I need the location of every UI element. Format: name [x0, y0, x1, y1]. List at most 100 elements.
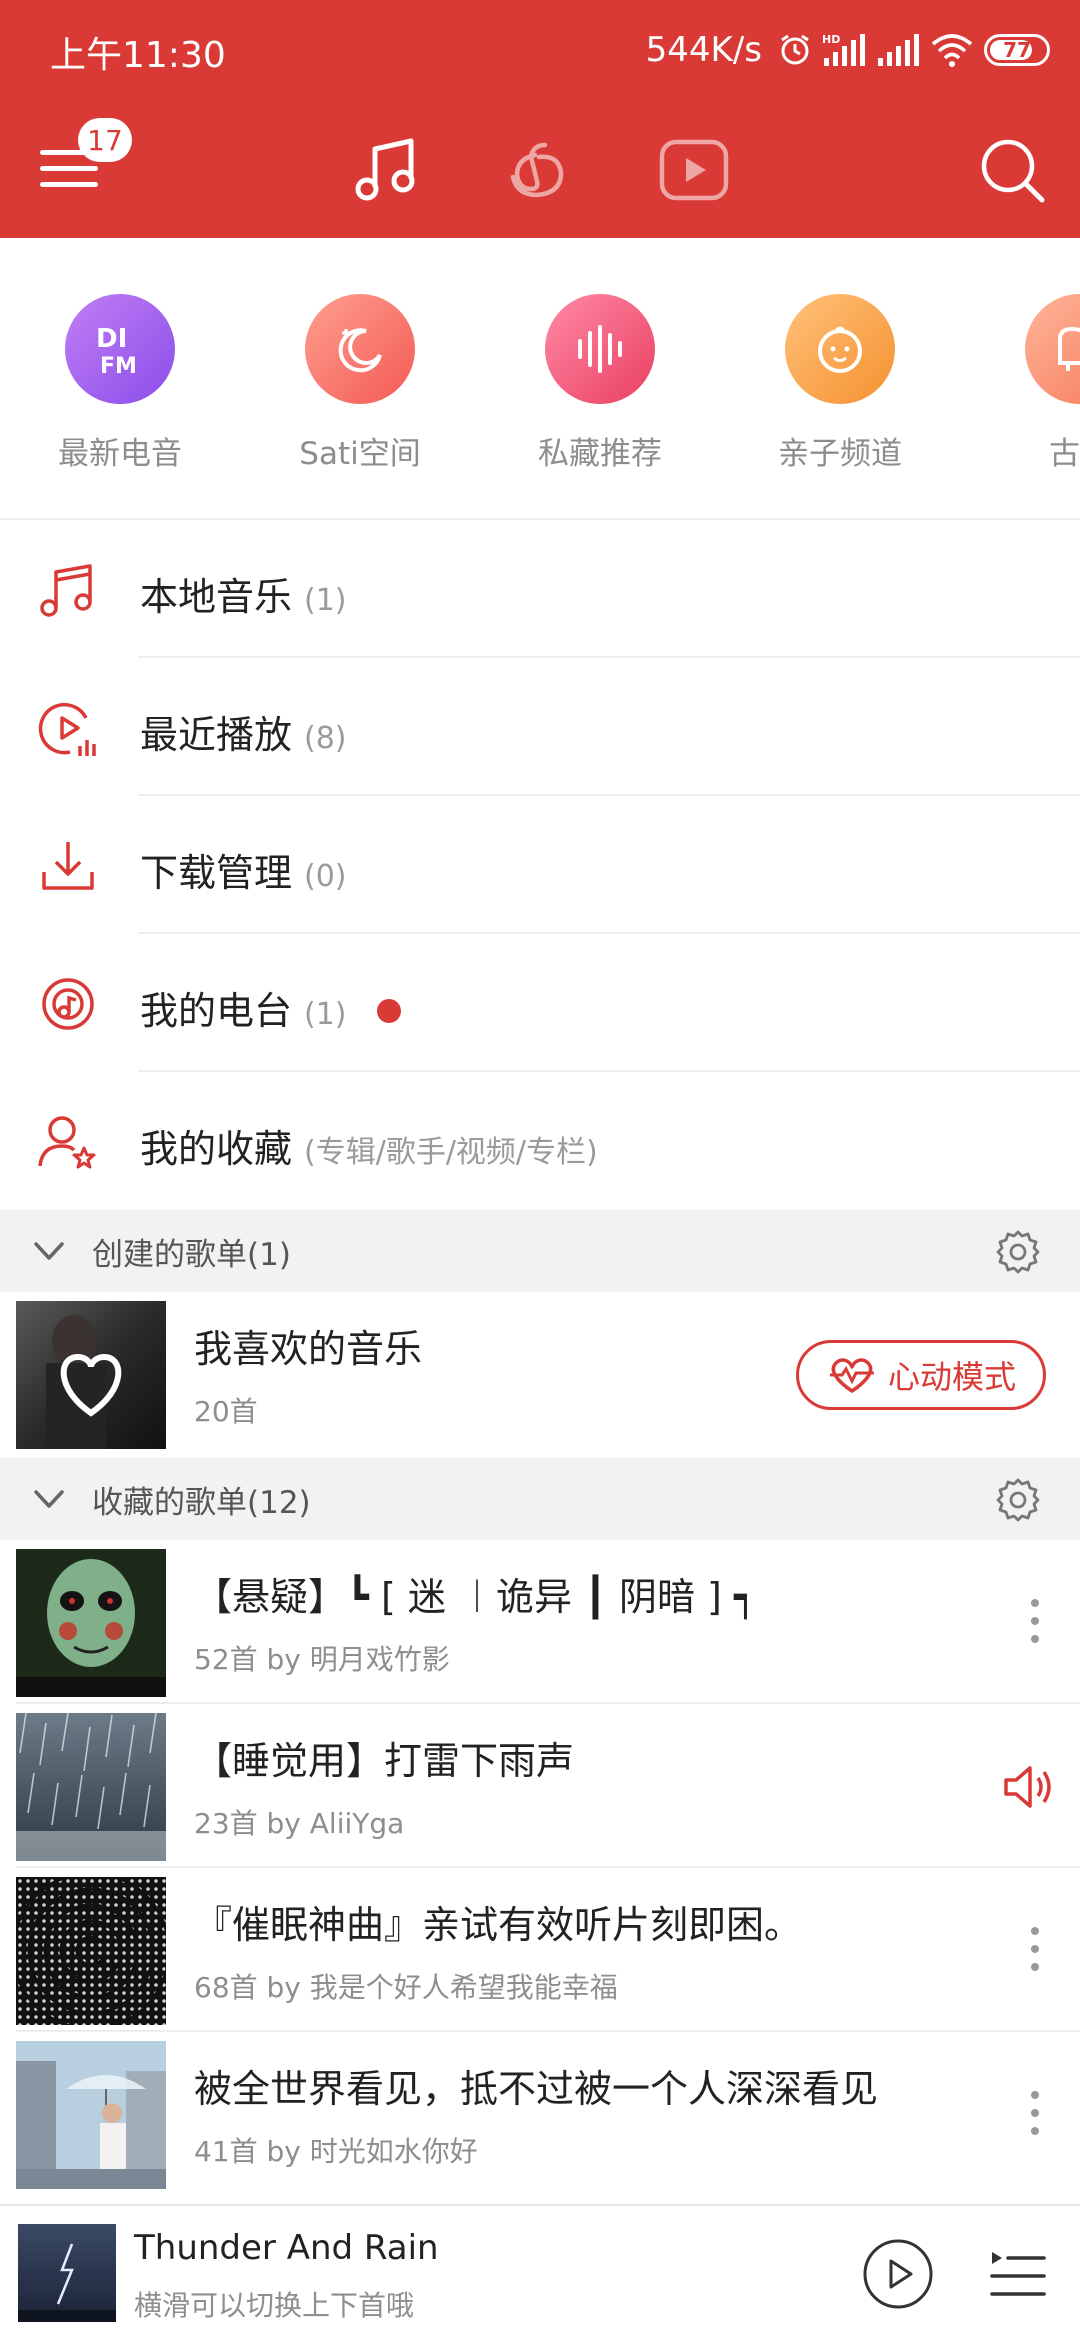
now-playing-title: Thunder And Rain	[134, 2228, 439, 2268]
chevron-down-icon	[34, 1242, 64, 1260]
playlist-cover	[16, 1549, 166, 1697]
piano-icon	[1025, 294, 1080, 404]
sound-wave-icon	[545, 294, 655, 404]
signal-icon	[878, 34, 919, 66]
menu-badge: 17	[78, 118, 132, 162]
playlist-meta: 20首	[194, 1395, 258, 1428]
playlist-meta: 23首 by AliiYga	[194, 1807, 405, 1840]
my-favorites-item[interactable]: 我的收藏 (专辑/歌手/视频/专栏)	[0, 1072, 1080, 1210]
hd-signal-icon: HD	[822, 33, 865, 66]
my-music-list: 本地音乐 (1) 最近播放 (8) 下载管理 (0) 我的电台 (1) 我的收藏…	[0, 520, 1080, 1210]
channel-classical[interactable]: 古典	[980, 294, 1080, 473]
playlist-liked-music[interactable]: 我喜欢的音乐 20首 心动模式	[0, 1292, 1080, 1456]
item-count: (1)	[304, 583, 347, 618]
channel-sati[interactable]: Sati空间	[260, 294, 460, 473]
svg-text:DI: DI	[96, 324, 127, 354]
battery-level: 77	[1003, 38, 1031, 62]
item-label: 下载管理	[140, 851, 293, 895]
playlist-name: 我喜欢的音乐	[194, 1327, 423, 1371]
di-fm-icon: DI FM	[65, 294, 175, 404]
video-play-icon	[659, 139, 729, 201]
created-playlists-header[interactable]: 创建的歌单(1)	[0, 1210, 1080, 1292]
swipe-hint: 横滑可以切换上下首哦	[134, 2289, 415, 2322]
channel-label: 私藏推荐	[538, 436, 662, 472]
item-label: 最近播放	[140, 713, 293, 757]
channel-label: 最新电音	[58, 436, 182, 472]
section-title: 创建的歌单(1)	[92, 1237, 291, 1273]
favorite-user-icon	[38, 1116, 96, 1169]
my-radio-item[interactable]: 我的电台 (1)	[0, 934, 1080, 1072]
moon-icon	[305, 294, 415, 404]
music-note-icon	[355, 138, 415, 201]
playlist-item[interactable]: 【悬疑】┗ [ 迷 ︱诡异 ┃ 阴暗 ] ┑ 52首 by 明月戏竹影	[0, 1540, 1080, 1704]
recent-play-item[interactable]: 最近播放 (8)	[0, 658, 1080, 796]
play-button[interactable]	[862, 2238, 934, 2310]
status-icons: 544K/s HD 77	[646, 22, 1050, 78]
network-speed: 544K/s	[645, 30, 762, 70]
radio-icon	[42, 978, 94, 1030]
more-vertical-icon[interactable]	[1028, 2088, 1042, 2138]
heart-mode-label: 心动模式	[887, 1358, 1016, 1396]
app-header: 上午11:30 544K/s HD 77 17	[0, 0, 1080, 238]
gear-icon[interactable]	[994, 1476, 1042, 1524]
tab-video[interactable]	[652, 128, 736, 212]
tab-music[interactable]	[344, 128, 428, 212]
top-nav: 17	[0, 110, 1080, 230]
status-bar: 上午11:30 544K/s HD 77	[0, 0, 1080, 100]
channel-label: Sati空间	[299, 436, 421, 472]
heartbeat-icon	[829, 1358, 874, 1393]
playlist-name: 『催眠神曲』亲试有效听片刻即困。	[194, 1903, 803, 1947]
item-label: 本地音乐	[140, 575, 293, 619]
notification-dot	[376, 998, 401, 1023]
collected-playlists-header[interactable]: 收藏的歌单(12)	[0, 1458, 1080, 1540]
music-note-icon	[40, 564, 92, 617]
playlist-cover	[16, 1877, 166, 2025]
playlist-cover	[16, 1301, 166, 1449]
playlist-name: 【悬疑】┗ [ 迷 ︱诡异 ┃ 阴暗 ] ┑	[194, 1575, 757, 1619]
playlist-item[interactable]: 被全世界看见，抵不过被一个人深深看见 41首 by 时光如水你好	[0, 2032, 1080, 2196]
playlist-meta: 68首 by 我是个好人希望我能幸福	[194, 1971, 618, 2004]
battery-indicator: 77	[984, 34, 1050, 66]
download-manage-item[interactable]: 下载管理 (0)	[0, 796, 1080, 934]
netease-logo-icon	[510, 142, 564, 198]
item-label: 我的收藏	[140, 1127, 293, 1171]
heart-mode-button[interactable]: 心动模式	[796, 1340, 1046, 1410]
more-vertical-icon[interactable]	[1028, 1596, 1042, 1646]
alarm-icon	[781, 34, 809, 65]
channel-kids[interactable]: 亲子频道	[740, 294, 940, 473]
local-music-item[interactable]: 本地音乐 (1)	[0, 520, 1080, 658]
channel-new-electronic[interactable]: DI FM 最新电音	[20, 294, 220, 473]
svg-text:HD: HD	[822, 33, 840, 46]
playlist-meta: 41首 by 时光如水你好	[194, 2135, 478, 2168]
playlist-name: 被全世界看见，抵不过被一个人深深看见	[194, 2067, 879, 2111]
gear-icon[interactable]	[994, 1228, 1042, 1276]
album-art	[18, 2224, 116, 2322]
search-button[interactable]	[974, 132, 1050, 208]
item-count: (8)	[304, 721, 347, 756]
chevron-down-icon	[34, 1490, 64, 1508]
playlist-queue-icon[interactable]	[990, 2248, 1046, 2300]
baby-face-icon	[785, 294, 895, 404]
channel-label: 古典	[1049, 436, 1080, 472]
playlist-cover	[16, 2041, 166, 2189]
download-icon	[42, 842, 94, 890]
playlist-meta: 52首 by 明月戏竹影	[194, 1643, 450, 1676]
channel-shortcuts: DI FM 最新电音 Sati空间 私藏推荐 亲子频道 古	[0, 238, 1080, 520]
more-vertical-icon[interactable]	[1028, 1924, 1042, 1974]
recent-play-icon	[38, 702, 96, 756]
playlist-item[interactable]: 【睡觉用】打雷下雨声 23首 by AliiYga	[0, 1704, 1080, 1868]
mini-player[interactable]: Thunder And Rain 横滑可以切换上下首哦	[0, 2204, 1080, 2340]
search-icon	[981, 139, 1045, 203]
now-playing-speaker-icon[interactable]	[1002, 1764, 1054, 1810]
wifi-icon	[931, 34, 973, 67]
playlist-item[interactable]: 『催眠神曲』亲试有效听片刻即困。 68首 by 我是个好人希望我能幸福	[0, 1868, 1080, 2032]
playlist-cover	[16, 1713, 166, 1861]
channel-private-picks[interactable]: 私藏推荐	[500, 294, 700, 473]
item-count: (0)	[304, 859, 347, 894]
tab-discover[interactable]	[498, 128, 582, 212]
channel-label: 亲子频道	[778, 436, 902, 472]
item-count: (1)	[304, 997, 347, 1032]
svg-text:FM: FM	[100, 354, 137, 379]
section-title: 收藏的歌单(12)	[92, 1485, 311, 1521]
status-time: 上午11:30	[50, 35, 226, 76]
